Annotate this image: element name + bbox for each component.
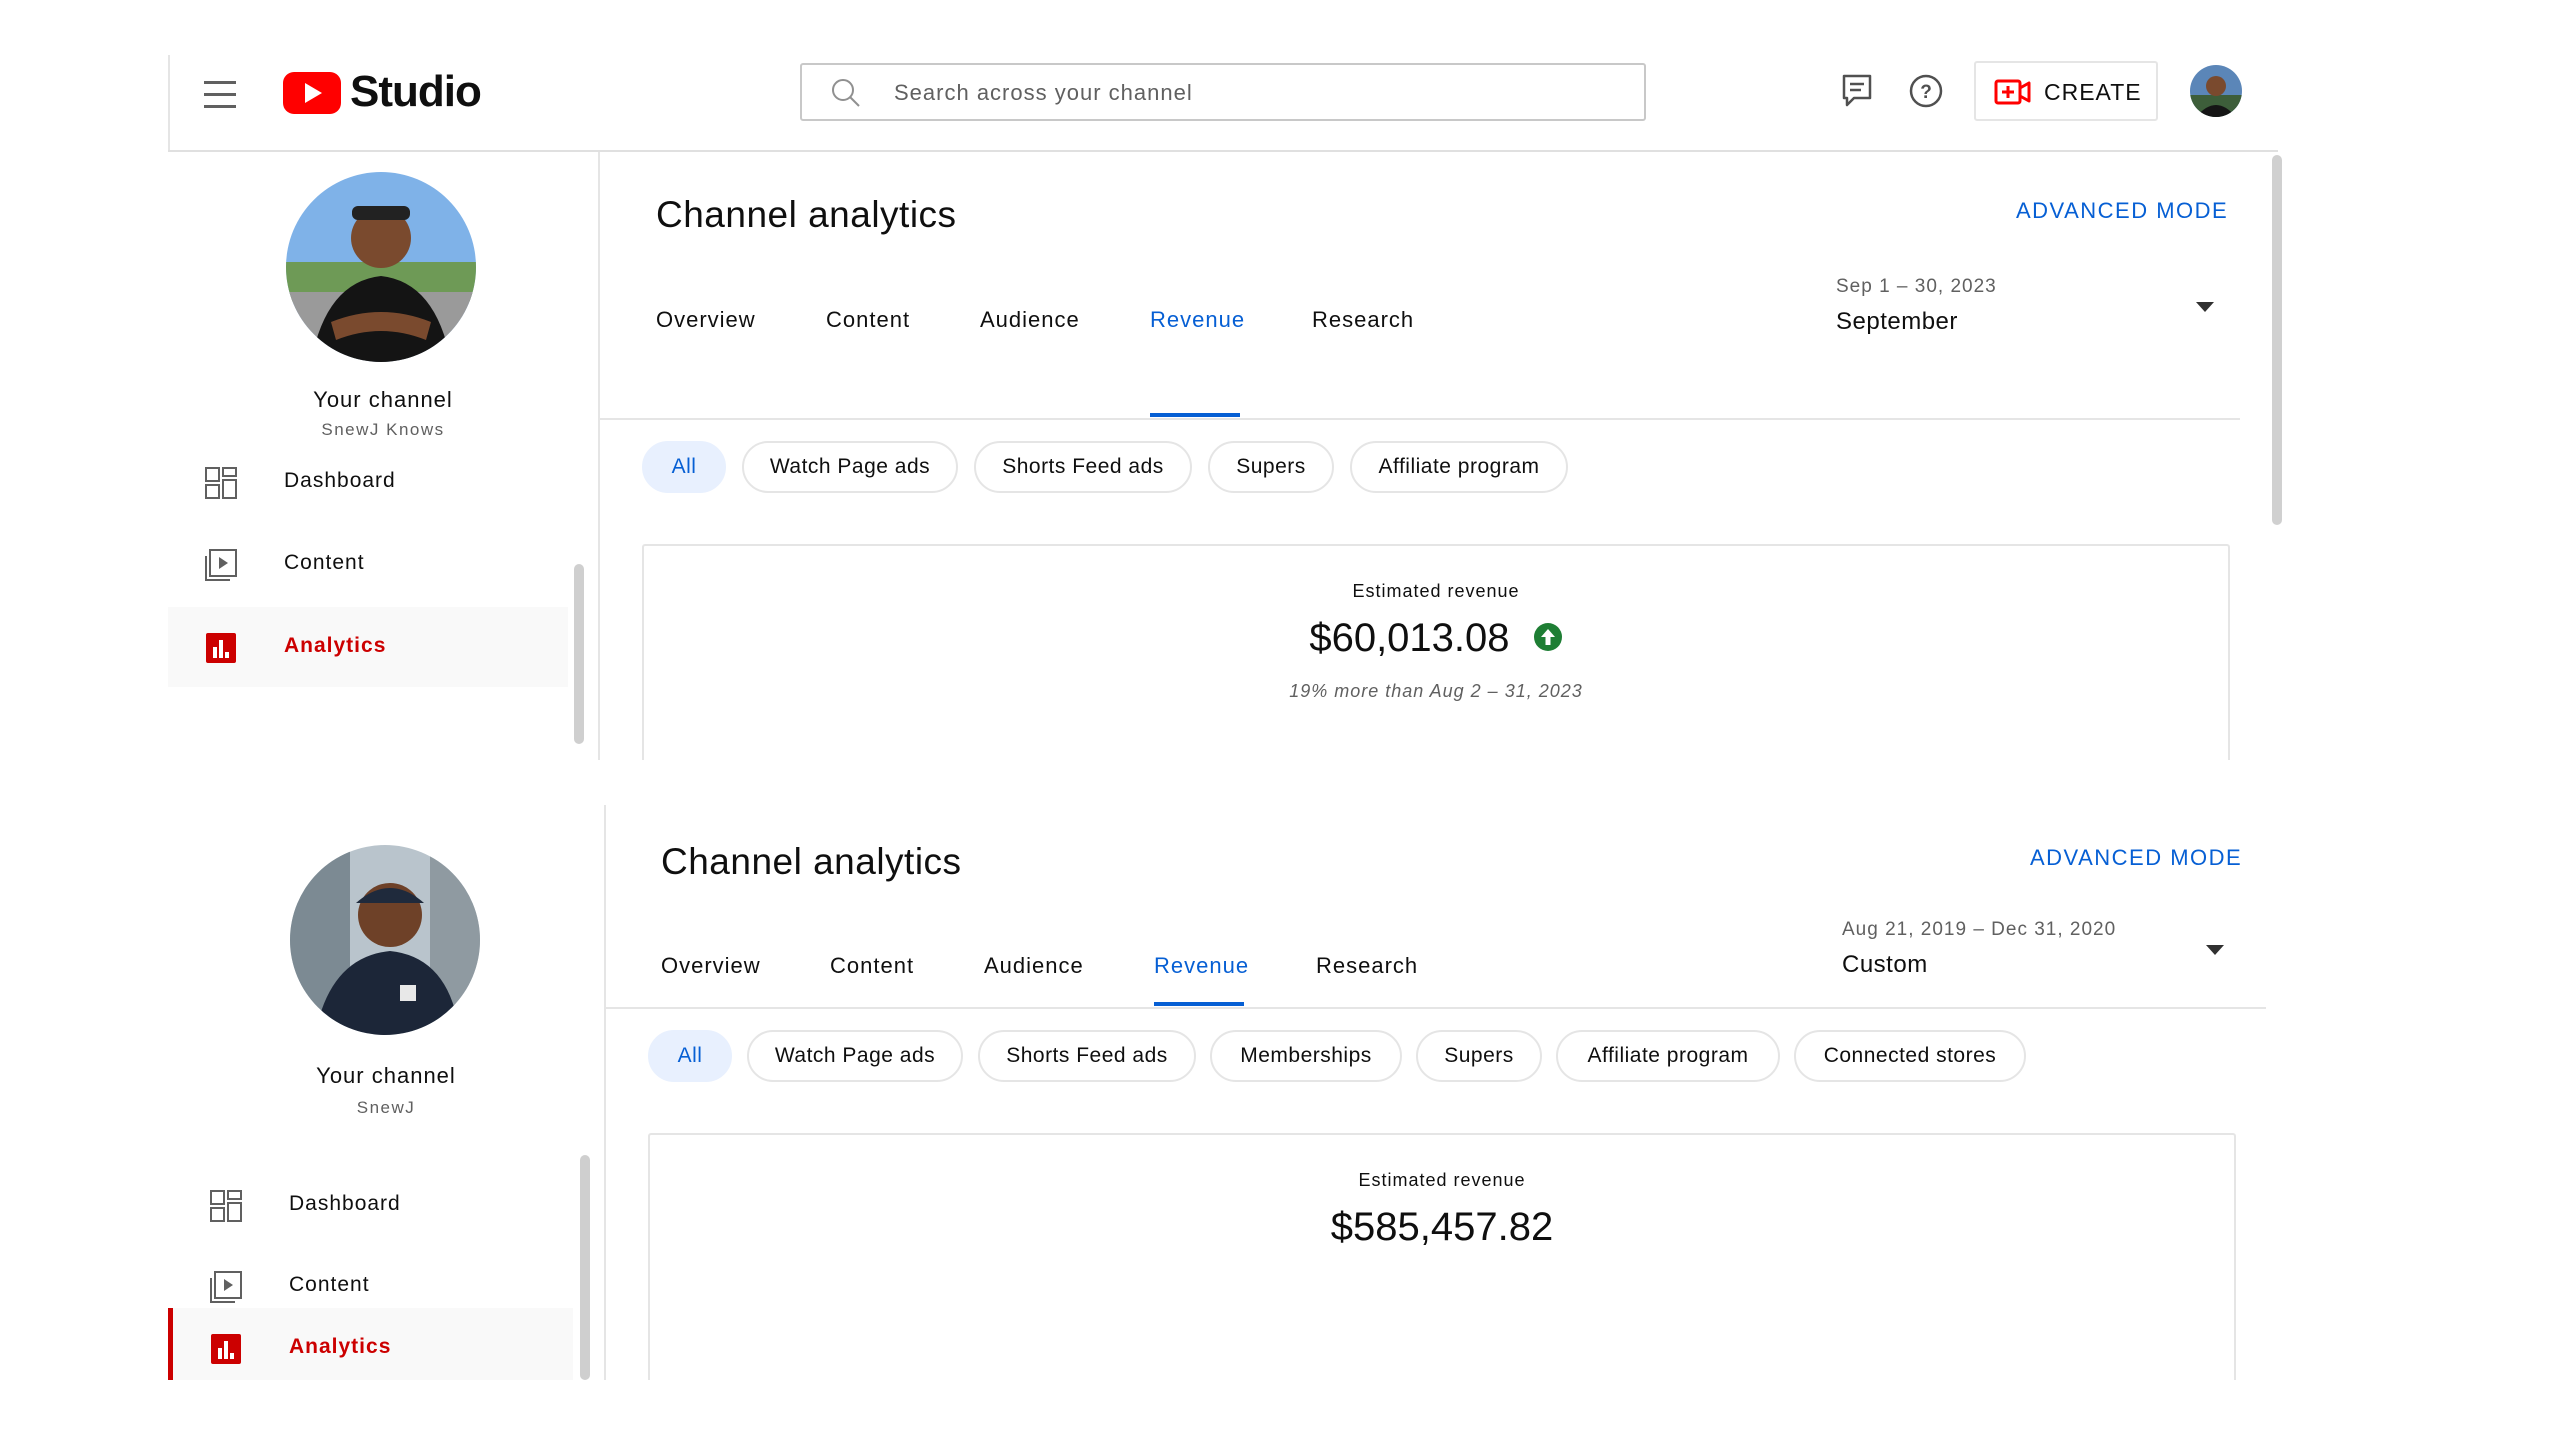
arrow-up-circle-icon: [1533, 623, 1562, 652]
sidebar-item-analytics[interactable]: Analytics: [168, 607, 568, 687]
metric-value: $585,457.82: [650, 1205, 2234, 1250]
channel-title: Your channel: [316, 1063, 456, 1088]
chip-memberships[interactable]: Memberships: [1210, 1030, 1402, 1082]
metric-value: $60,013.08: [644, 616, 2228, 661]
search-box[interactable]: [800, 63, 1646, 121]
content-icon: [210, 1271, 242, 1303]
tab-overview[interactable]: Overview: [661, 953, 761, 979]
channel-name: SnewJ Knows: [321, 420, 445, 439]
dashboard-icon: [205, 467, 237, 499]
chip-watch-page-ads[interactable]: Watch Page ads: [747, 1030, 963, 1082]
chip-supers[interactable]: Supers: [1416, 1030, 1542, 1082]
sidebar-item-dashboard[interactable]: Dashboard: [173, 1165, 573, 1245]
date-range-picker[interactable]: Aug 21, 2019 – Dec 31, 2020 Custom: [1842, 915, 2252, 995]
page-title: Channel analytics: [656, 194, 957, 235]
main-content: Channel analytics ADVANCED MODE Overview…: [600, 152, 2278, 760]
studio-window-custom-range: Your channel SnewJ Dashboard Content Ana…: [168, 805, 2278, 1380]
sidebar-item-label: Content: [289, 1273, 370, 1296]
menu-icon[interactable]: [204, 81, 236, 109]
help-icon[interactable]: ?: [1908, 73, 1944, 109]
top-bar: Studio ? CREATE: [168, 55, 2278, 152]
dropdown-caret-icon: [2206, 945, 2224, 955]
tab-content[interactable]: Content: [826, 307, 910, 333]
account-avatar[interactable]: [2190, 65, 2242, 117]
sidebar-item-analytics[interactable]: Analytics: [173, 1308, 573, 1380]
tab-audience[interactable]: Audience: [984, 953, 1084, 979]
dropdown-caret-icon: [2196, 302, 2214, 312]
search-icon: [832, 79, 860, 107]
dashboard-icon: [210, 1190, 242, 1222]
metric-comparison-note: 19% more than Aug 2 – 31, 2023: [1289, 681, 1583, 701]
tab-revenue[interactable]: Revenue: [1154, 953, 1249, 979]
revenue-card[interactable]: Estimated revenue $585,457.82: [648, 1133, 2236, 1380]
sidebar-item-label: Content: [284, 551, 365, 574]
tab-overview[interactable]: Overview: [656, 307, 756, 333]
metric-value-text: $60,013.08: [1309, 616, 1510, 660]
date-range-text: Aug 21, 2019 – Dec 31, 2020: [1842, 919, 2117, 940]
chip-connected-stores[interactable]: Connected stores: [1794, 1030, 2026, 1082]
sidebar: Your channel SnewJ Knows Dashboard Conte…: [168, 152, 600, 760]
active-tab-indicator: [1150, 413, 1240, 417]
studio-logo-text[interactable]: Studio: [350, 67, 482, 117]
chip-all[interactable]: All: [648, 1030, 732, 1082]
tab-revenue[interactable]: Revenue: [1150, 307, 1245, 333]
date-range-picker[interactable]: Sep 1 – 30, 2023 September: [1836, 272, 2236, 352]
tabs-divider: [600, 418, 2240, 420]
chip-watch-page-ads[interactable]: Watch Page ads: [742, 441, 958, 493]
sidebar-item-label: Dashboard: [284, 469, 396, 492]
sidebar-item-content[interactable]: Content: [168, 524, 568, 604]
active-tab-indicator: [1154, 1002, 1244, 1006]
search-input[interactable]: [892, 75, 1596, 111]
sidebar-item-label: Analytics: [289, 1335, 392, 1358]
chip-shorts-feed-ads[interactable]: Shorts Feed ads: [978, 1030, 1196, 1082]
chip-affiliate-program[interactable]: Affiliate program: [1350, 441, 1568, 493]
create-button-label: CREATE: [2044, 79, 2142, 105]
sidebar-item-dashboard[interactable]: Dashboard: [168, 442, 568, 522]
metric-value-text: $585,457.82: [1330, 1205, 1554, 1249]
metric-label: Estimated revenue: [1358, 1170, 1526, 1190]
tab-research[interactable]: Research: [1312, 307, 1414, 333]
chip-supers[interactable]: Supers: [1208, 441, 1334, 493]
feedback-icon[interactable]: [1840, 73, 1874, 109]
main-content: Channel analytics ADVANCED MODE Overview…: [606, 805, 2278, 1380]
analytics-icon: [206, 633, 236, 663]
chip-affiliate-program[interactable]: Affiliate program: [1556, 1030, 1780, 1082]
tabs-divider: [606, 1007, 2266, 1009]
tab-audience[interactable]: Audience: [980, 307, 1080, 333]
studio-window-september: Studio ? CREATE: [168, 55, 2278, 760]
youtube-logo-icon[interactable]: [283, 72, 341, 114]
main-scrollbar[interactable]: [2272, 155, 2282, 525]
analytics-icon: [211, 1334, 241, 1364]
channel-avatar[interactable]: [290, 845, 480, 1035]
date-range-label: September: [1836, 308, 1958, 335]
channel-name: SnewJ: [356, 1098, 416, 1117]
sidebar-scrollbar[interactable]: [580, 1155, 590, 1380]
chip-shorts-feed-ads[interactable]: Shorts Feed ads: [974, 441, 1192, 493]
sidebar-item-label: Analytics: [284, 634, 387, 657]
page-title: Channel analytics: [661, 841, 962, 882]
create-video-icon: [1994, 79, 2031, 105]
content-icon: [205, 549, 237, 581]
sidebar-scrollbar[interactable]: [574, 564, 584, 744]
sidebar-item-label: Dashboard: [289, 1192, 401, 1215]
create-button[interactable]: CREATE: [1974, 61, 2158, 121]
channel-avatar[interactable]: [286, 172, 476, 362]
chip-all[interactable]: All: [642, 441, 726, 493]
date-range-label: Custom: [1842, 951, 1928, 978]
svg-text:?: ?: [1920, 82, 1932, 103]
tab-content[interactable]: Content: [830, 953, 914, 979]
tab-research[interactable]: Research: [1316, 953, 1418, 979]
sidebar: Your channel SnewJ Dashboard Content Ana…: [168, 805, 606, 1380]
metric-label: Estimated revenue: [1352, 581, 1520, 601]
advanced-mode-link[interactable]: ADVANCED MODE: [2030, 845, 2242, 871]
advanced-mode-link[interactable]: ADVANCED MODE: [2016, 198, 2228, 224]
channel-title: Your channel: [313, 387, 453, 412]
date-range-text: Sep 1 – 30, 2023: [1836, 276, 1997, 297]
revenue-card[interactable]: Estimated revenue $60,013.08 19% more th…: [642, 544, 2230, 760]
